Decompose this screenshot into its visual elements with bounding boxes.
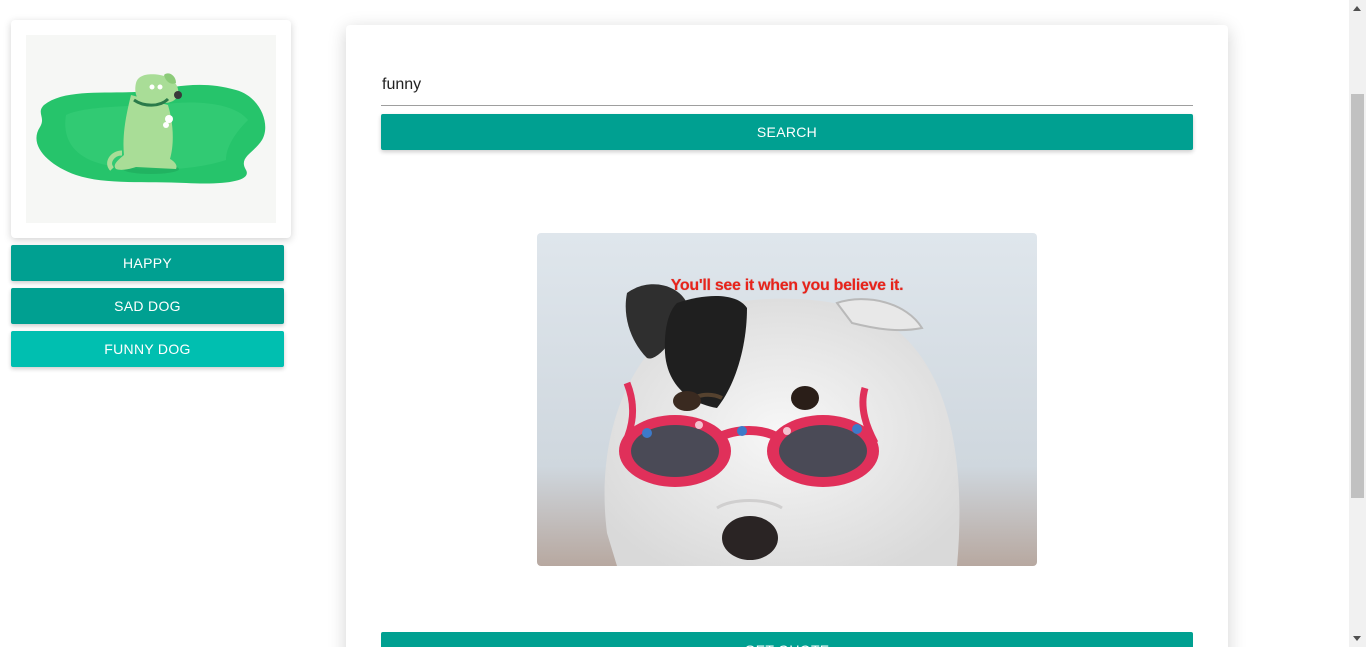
app-page: HAPPY SAD DOG FUNNY DOG SEARCH	[0, 0, 1366, 647]
happy-button[interactable]: HAPPY	[11, 245, 284, 281]
image-caption: You'll see it when you believe it.	[670, 277, 904, 294]
get-quote-button[interactable]: GET QUOTE	[381, 632, 1193, 647]
scrollbar-thumb[interactable]	[1351, 94, 1364, 498]
sad-dog-button[interactable]: SAD DOG	[11, 288, 284, 324]
logo-card	[11, 20, 291, 238]
main-card: SEARCH	[346, 25, 1228, 647]
dog-logo-icon	[26, 35, 276, 223]
search-input[interactable]	[381, 65, 1193, 106]
scroll-up-icon[interactable]	[1349, 0, 1366, 17]
funny-dog-button[interactable]: FUNNY DOG	[11, 331, 284, 367]
dog-photo: You'll see it when you believe it.	[537, 233, 1037, 566]
page-scrollbar[interactable]	[1349, 0, 1366, 647]
search-button[interactable]: SEARCH	[381, 114, 1193, 150]
scroll-down-icon[interactable]	[1349, 630, 1366, 647]
